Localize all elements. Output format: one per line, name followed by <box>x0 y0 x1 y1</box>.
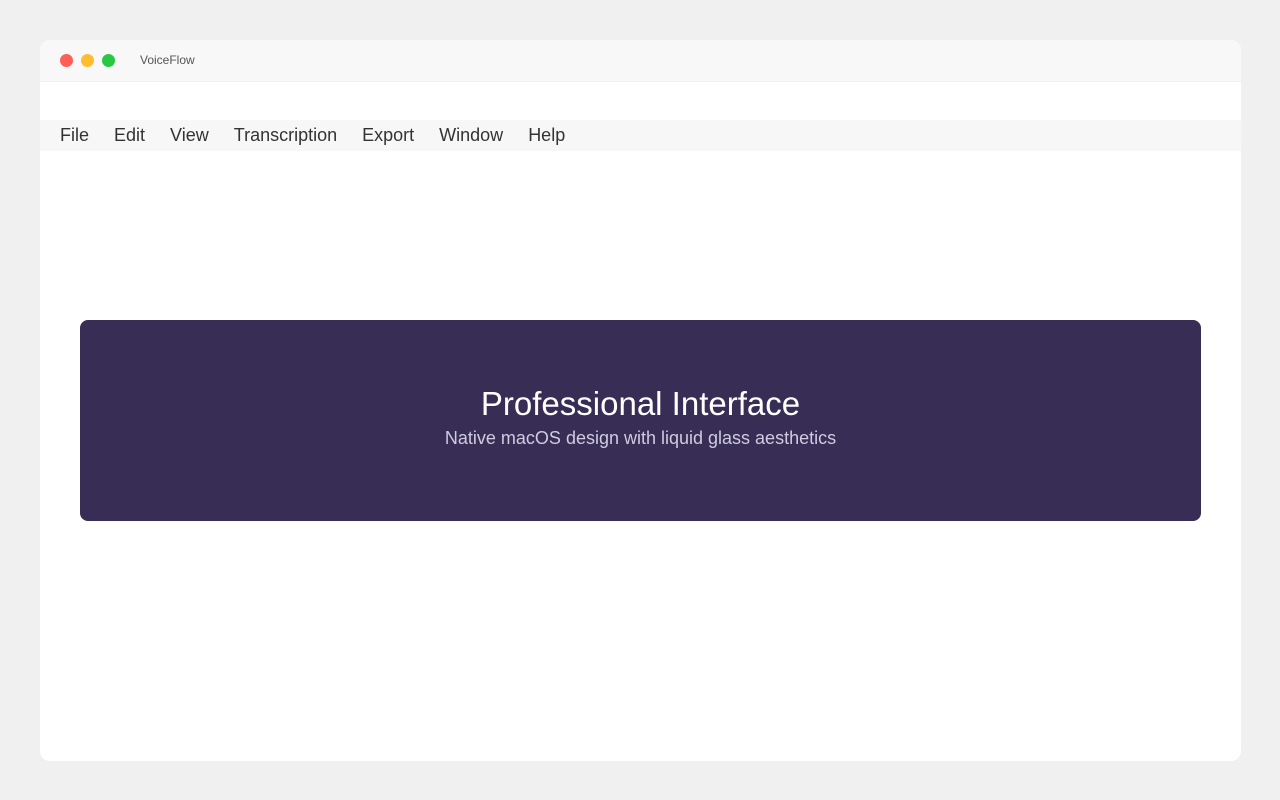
hero-subtitle: Native macOS design with liquid glass ae… <box>444 428 837 448</box>
minimize-window-button[interactable] <box>81 54 94 67</box>
menu-item-window[interactable]: Window <box>439 120 503 151</box>
menu-item-view[interactable]: View <box>170 120 209 151</box>
menu-item-transcription[interactable]: Transcription <box>234 120 337 151</box>
menu-item-help[interactable]: Help <box>528 120 565 151</box>
hero-banner: Professional Interface Native macOS desi… <box>80 320 1201 521</box>
menu-bar: File Edit View Transcription Export Wind… <box>40 120 1241 151</box>
window-title: VoiceFlow <box>140 53 195 67</box>
zoom-window-button[interactable] <box>102 54 115 67</box>
menu-item-edit[interactable]: Edit <box>114 120 145 151</box>
title-bar[interactable]: VoiceFlow <box>40 40 1241 82</box>
app-window: VoiceFlow File Edit View Transcription E… <box>40 40 1241 761</box>
menu-item-file[interactable]: File <box>60 120 89 151</box>
close-window-button[interactable] <box>60 54 73 67</box>
menu-item-export[interactable]: Export <box>362 120 414 151</box>
hero-title: Professional Interface <box>480 385 801 422</box>
